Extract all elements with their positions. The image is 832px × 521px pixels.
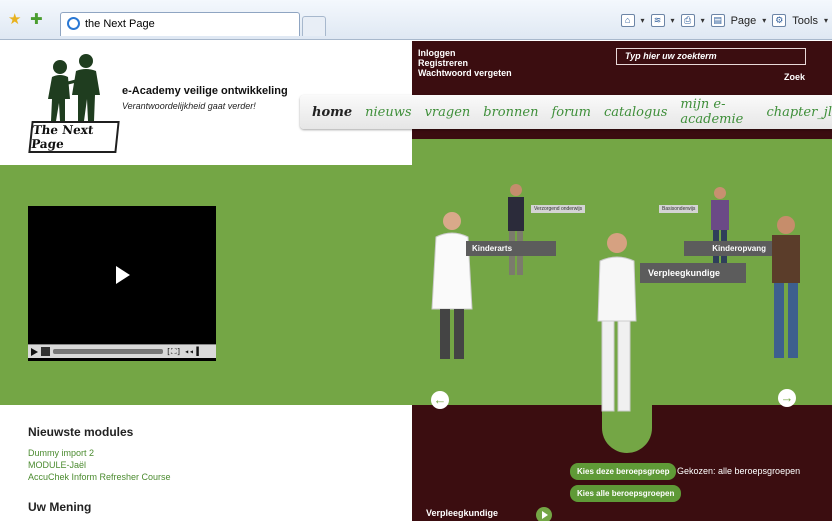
page: The Next Page e-Academy veilige ontwikke… [0, 41, 832, 521]
browser-toolbar: ★ ✚ the Next Page ⌂ ▾ ≋ ▾ ⎙ ▾ ▤ Page ▾ ⚙ Too… [0, 0, 832, 40]
nav-forum[interactable]: forum [551, 105, 591, 120]
doctor-figure[interactable] [428, 209, 476, 364]
stop-button[interactable] [41, 347, 50, 356]
video-player[interactable] [28, 206, 216, 361]
chevron-down-icon[interactable]: ▾ [671, 16, 675, 25]
print-icon[interactable]: ⎙ [680, 14, 695, 27]
modules-heading: Nieuwste modules [28, 425, 134, 439]
opinion-heading: Uw Mening [28, 500, 92, 514]
selected-profession-text: Gekozen: alle beroepsgroepen [677, 466, 801, 476]
tab-title: the Next Page [85, 18, 155, 30]
nav-sources[interactable]: bronnen [483, 105, 538, 120]
chevron-down-icon[interactable]: ▾ [762, 16, 766, 25]
tools-menu[interactable]: Tools [792, 15, 818, 27]
nav-news[interactable]: nieuws [365, 105, 411, 120]
gear-icon: ⚙ [772, 14, 787, 27]
current-profession-label: Verpleegkundige [426, 508, 499, 518]
login-link[interactable]: Inloggen [418, 48, 512, 58]
nav-home[interactable]: home [312, 105, 352, 120]
add-favorites-icon[interactable]: ✚ [30, 12, 43, 28]
module-link[interactable]: MODULE-Jaël [28, 459, 171, 471]
ie-page-icon [67, 17, 80, 30]
main-nav: home nieuws vragen bronnen forum catalog… [300, 95, 832, 129]
module-link[interactable]: Dummy import 2 [28, 447, 171, 459]
fullscreen-icon[interactable]: [⛶] [166, 347, 181, 357]
new-tab-button[interactable] [302, 16, 326, 36]
home-icon[interactable]: ⌂ [620, 14, 635, 27]
page-menu[interactable]: Page [731, 15, 757, 27]
logo-text[interactable]: The Next Page [28, 121, 120, 153]
logo-figures-icon [48, 54, 100, 121]
play-icon[interactable] [116, 266, 130, 284]
page-icon: ▤ [710, 14, 725, 27]
choose-profession-button[interactable]: Kies deze beroepsgroep [570, 463, 677, 480]
search-button[interactable]: Zoek [784, 72, 805, 82]
teacher-figure[interactable] [503, 183, 529, 278]
chevron-down-icon[interactable]: ▾ [701, 16, 705, 25]
nav-my-academy[interactable]: mijn e-academie [680, 97, 753, 127]
tag-vocational: Verzorgend onderwijs [531, 205, 586, 213]
arrow-right-icon[interactable]: → [778, 389, 796, 407]
profession-label-nurse[interactable]: Verpleegkundige [640, 263, 746, 283]
module-link[interactable]: AccuChek Inform Refresher Course [28, 471, 171, 483]
video-controls: [⛶] ◂◂▐ [28, 344, 216, 358]
command-bar: ⌂ ▾ ≋ ▾ ⎙ ▾ ▤ Page ▾ ⚙ Tools ▾ [620, 14, 828, 27]
chevron-down-icon[interactable]: ▾ [824, 16, 828, 25]
latest-modules: Nieuwste modules Dummy import 2 MODULE-J… [28, 425, 171, 483]
play-circle-icon[interactable] [536, 507, 552, 521]
choose-all-professions-button[interactable]: Kies alle beroepsgroepen [570, 485, 682, 502]
arrow-left-icon[interactable]: ← [431, 391, 449, 409]
feeds-icon[interactable]: ≋ [650, 14, 665, 27]
play-button[interactable] [31, 347, 38, 356]
nurse-figure[interactable] [594, 231, 640, 416]
forgot-password-link[interactable]: Wachtwoord vergeten [418, 68, 512, 78]
chevron-down-icon[interactable]: ▾ [641, 16, 645, 25]
account-links: Inloggen Registreren Wachtwoord vergeten [418, 48, 512, 78]
profession-label-pediatrician[interactable]: Kinderarts [466, 241, 556, 256]
site-tagline: e-Academy veilige ontwikkeling [122, 85, 288, 97]
woman-figure[interactable] [764, 213, 808, 361]
nav-chapter[interactable]: chapter_jl [766, 105, 832, 120]
tag-primary-school: Basisonderwijs [659, 205, 699, 213]
register-link[interactable]: Registreren [418, 58, 512, 68]
nav-catalog[interactable]: catalogus [604, 105, 667, 120]
site-slogan: Verantwoordelijkheid gaat verder! [122, 101, 256, 111]
nav-questions[interactable]: vragen [425, 105, 471, 120]
seek-bar[interactable] [53, 349, 163, 354]
profession-label-childcare[interactable]: Kinderopvang [684, 241, 772, 256]
favorites-star-icon[interactable]: ★ [8, 12, 21, 28]
browser-tab[interactable]: the Next Page [60, 12, 300, 36]
search-input[interactable]: Typ hier uw zoekterm [616, 48, 806, 65]
volume-icon[interactable]: ◂◂▐ [184, 347, 198, 356]
